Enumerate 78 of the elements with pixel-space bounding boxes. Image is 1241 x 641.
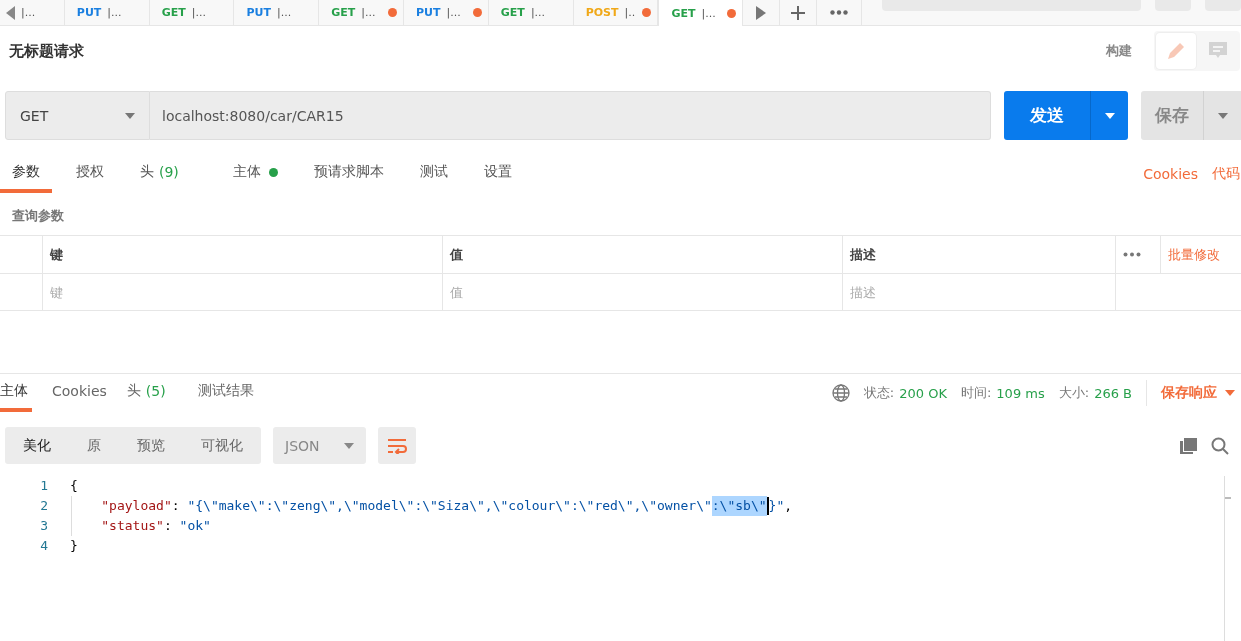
view-tab[interactable]: 美化: [5, 427, 69, 464]
json-punctuation: }: [70, 537, 78, 555]
response-stat: 大小: 266 B: [1058, 384, 1132, 403]
input-field[interactable]: 描述: [850, 284, 1115, 300]
request-tab[interactable]: GET |...: [658, 0, 744, 26]
response-stat: 状态: 200 OK: [863, 384, 947, 403]
caret-down-icon: [344, 442, 354, 449]
save-options-button[interactable]: [1203, 91, 1241, 140]
json-punctuation: :: [163, 517, 173, 535]
copy-icon[interactable]: [1179, 436, 1197, 455]
wrap-icon: [387, 437, 407, 454]
json-string: :\"sb\": [711, 496, 767, 516]
view-tab[interactable]: 预览: [119, 427, 183, 464]
request-tab[interactable]: GET |...: [149, 0, 235, 25]
request-tab[interactable]: |...: [0, 0, 65, 25]
response-stat: 时间: 109 ms: [960, 384, 1045, 403]
send-button[interactable]: 发送: [1004, 91, 1090, 140]
line-number: 2: [39, 497, 48, 515]
response-tab[interactable]: 主体: [0, 374, 32, 412]
caret-down-icon: [1225, 390, 1235, 396]
json-punctuation: ,: [784, 497, 793, 515]
caret-down-icon: [1104, 112, 1115, 119]
section-heading: 查询参数: [11, 207, 65, 225]
json-key: "payload": [101, 496, 172, 516]
table-cell[interactable]: 值: [442, 273, 842, 311]
pencil-icon: [1166, 41, 1186, 61]
url-input[interactable]: localhost:8080/car/CAR15: [162, 107, 978, 124]
more-icon: [829, 10, 848, 15]
build-label: 构建: [1106, 42, 1132, 60]
request-section-tab[interactable]: 头 (9): [128, 155, 191, 193]
json-punctuation: {: [70, 477, 78, 495]
request-tab[interactable]: PUT |...: [404, 0, 489, 25]
caret-down-icon: [125, 112, 135, 119]
url-field[interactable]: localhost:8080/car/CAR15: [150, 91, 991, 140]
request-section-tab[interactable]: 参数: [0, 155, 52, 193]
json-punctuation: :: [171, 497, 181, 515]
request-section-tab[interactable]: 测试: [407, 155, 460, 193]
request-tab[interactable]: PUT |...: [64, 0, 150, 25]
text-cursor: [766, 497, 769, 515]
column-header: 键: [50, 245, 63, 264]
request-tab[interactable]: PUT |...: [234, 0, 320, 25]
more-icon[interactable]: [1123, 252, 1141, 257]
method-dropdown[interactable]: GET: [5, 91, 150, 140]
line-number: 4: [39, 537, 48, 555]
plus-icon: [791, 5, 806, 20]
line-number: 1: [39, 477, 48, 495]
request-section-tab[interactable]: 预请求脚本: [301, 155, 396, 193]
json-string: "ok": [179, 517, 211, 535]
caret-left-icon: [6, 5, 15, 20]
search-icon[interactable]: [1211, 436, 1229, 455]
json-key: "status": [101, 516, 164, 536]
wrap-button[interactable]: [378, 427, 416, 464]
request-section-tab[interactable]: 设置: [471, 155, 524, 193]
input-field[interactable]: 值: [450, 284, 842, 300]
table-cell: [0, 273, 42, 311]
caret-down-icon: [1217, 112, 1228, 119]
request-tab[interactable]: GET |...: [488, 0, 574, 25]
response-tab[interactable]: Cookies: [52, 374, 107, 412]
edit-button[interactable]: [1156, 33, 1196, 69]
view-tab[interactable]: 原: [69, 427, 119, 464]
response-tab[interactable]: 测试结果: [197, 374, 254, 412]
request-tab[interactable]: GET |...: [319, 0, 405, 25]
input-field[interactable]: 键: [50, 284, 442, 300]
table-cell[interactable]: 键: [42, 273, 442, 311]
json-string: }": [768, 497, 785, 515]
view-tab[interactable]: 可视化: [183, 427, 261, 464]
play-icon: [756, 5, 767, 20]
column-header: 描述: [850, 245, 876, 264]
line-number: 3: [39, 517, 48, 535]
request-section-tab[interactable]: 主体: [220, 155, 290, 193]
json-string: "{\"make\":\"zeng\",\"model\":\"Siza\",\"colour\":\"red\",\"owner\": [187, 497, 712, 515]
request-section-tab[interactable]: 授权: [64, 155, 116, 193]
column-header: 值: [450, 245, 463, 264]
globe-icon: [831, 384, 850, 402]
table-cell[interactable]: 描述: [842, 273, 1115, 311]
response-tab[interactable]: 头 (5): [126, 374, 166, 412]
request-title: 无标题请求: [9, 41, 85, 61]
send-options-button[interactable]: [1090, 91, 1128, 140]
